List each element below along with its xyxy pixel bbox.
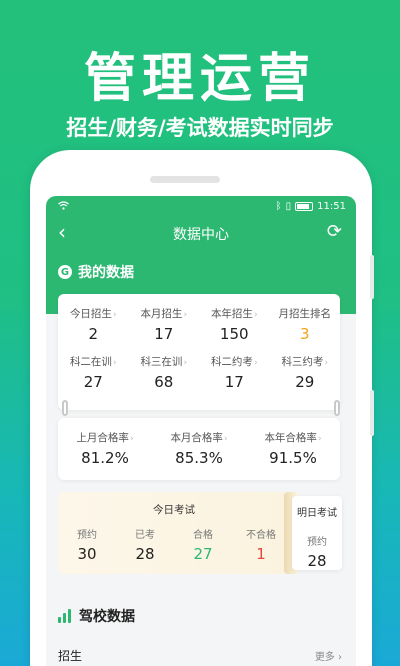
enroll-section-label: 招生 (58, 649, 83, 663)
stat-subject3-booked[interactable]: 科三约考› 29 (270, 354, 341, 391)
more-link[interactable]: 更多 › (315, 648, 342, 663)
phone-side-button (370, 255, 374, 299)
stat-month-enroll[interactable]: 本月招生› 17 (129, 306, 200, 343)
bluetooth-icon: ᛒ (275, 201, 282, 212)
stat-today-enroll[interactable]: 今日招生› 2 (58, 306, 129, 343)
navbar: ‹ 数据中心 ⟳ (46, 218, 356, 248)
page-title: 数据中心 (173, 227, 229, 243)
binder-ring (62, 400, 68, 416)
exam-tomorrow-title: 明日考试 (297, 508, 337, 519)
my-data-title: 我的数据 (78, 265, 134, 281)
exam-tomorrow-value: 28 (307, 552, 327, 570)
stat-subject2-training[interactable]: 科二在训› 27 (58, 354, 129, 391)
status-time: 11:51 (317, 201, 346, 212)
phone-speaker (150, 176, 220, 183)
exam-booked: 预约 30 (77, 530, 97, 563)
vibrate-icon: ▯ (285, 201, 292, 212)
stat-subject3-training[interactable]: 科三在训› 68 (129, 354, 200, 391)
pass-rate-card: 上月合格率› 81.2% 本月合格率› 85.3% 本年合格率› 91.5% (58, 418, 340, 480)
binder-ring (334, 400, 340, 416)
school-data-title: 驾校数据 (79, 609, 135, 625)
exam-passed: 合格 27 (193, 530, 213, 563)
exam-taken: 已考 28 (135, 530, 155, 563)
wifi-icon (58, 201, 69, 213)
my-data-icon: G (58, 265, 72, 279)
phone-side-button (370, 390, 374, 436)
refresh-icon[interactable]: ⟳ (327, 221, 342, 242)
exam-today-title: 今日考试 (153, 504, 195, 516)
bar-chart-icon (58, 609, 71, 623)
status-bar: ᛒ ▯ 11:51 (46, 196, 356, 218)
promo-subtitle: 招生/财务/考试数据实时同步 (66, 116, 334, 140)
exam-tomorrow-card[interactable]: 明日考试 预约 28 (292, 496, 342, 570)
stat-this-year-pass[interactable]: 本年合格率› 91.5% (246, 430, 340, 467)
app-screen: ᛒ ▯ 11:51 ‹ 数据中心 ⟳ G 我的数据 今日招生› 2 本月招生› … (46, 196, 356, 666)
stat-month-rank[interactable]: 月招生排名 3 (270, 306, 341, 343)
my-data-header: G 我的数据 (58, 262, 134, 282)
stat-last-month-pass[interactable]: 上月合格率› 81.2% (58, 430, 152, 467)
enrollment-card: 今日招生› 2 本月招生› 17 本年招生› 150 月招生排名 3 科二在训›… (58, 294, 340, 410)
exam-failed: 不合格 1 (246, 530, 276, 563)
stat-subject2-booked[interactable]: 科二约考› 17 (199, 354, 270, 391)
stat-this-month-pass[interactable]: 本月合格率› 85.3% (152, 430, 246, 467)
stat-year-enroll[interactable]: 本年招生› 150 (199, 306, 270, 343)
promo-title: 管理运营 (83, 49, 316, 109)
school-data-header: 驾校数据 (58, 606, 135, 626)
battery-icon (295, 202, 314, 211)
exam-tomorrow-label: 预约 (307, 537, 327, 548)
exam-today-card[interactable]: 今日考试 预约 30 已考 28 合格 27 不合格 1 (58, 492, 290, 574)
